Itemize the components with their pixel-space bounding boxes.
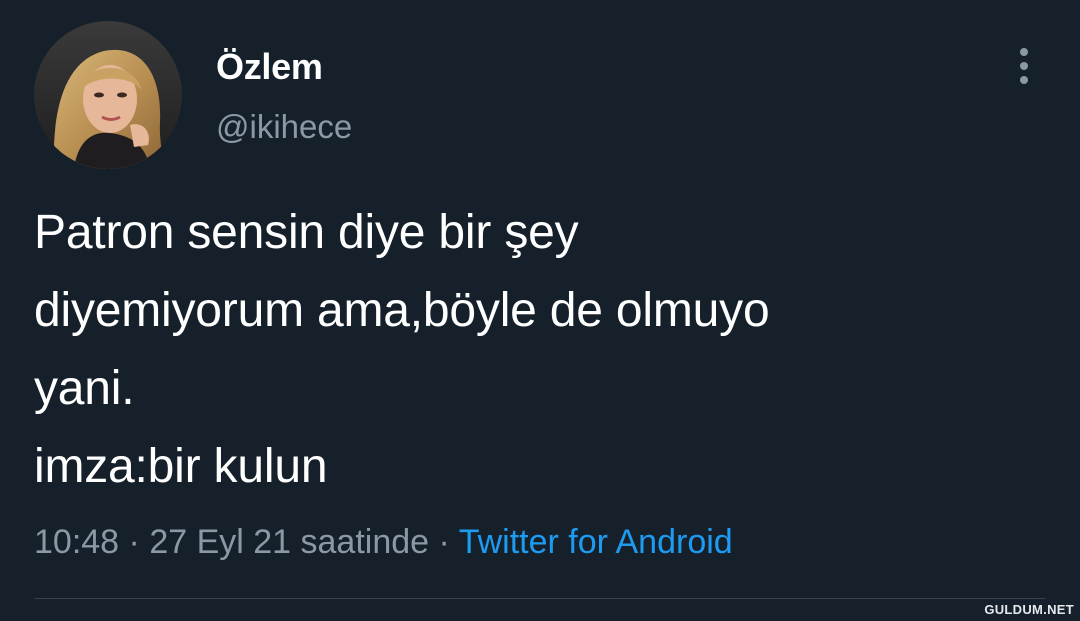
tweet-time[interactable]: 10:48 bbox=[34, 523, 119, 561]
tweet-source-link[interactable]: Twitter for Android bbox=[459, 523, 733, 561]
tweet-card: Özlem @ikihece Patron sensin diye bir şe… bbox=[0, 0, 1080, 621]
tweet-text-line: Patron sensin diye bir şey bbox=[34, 206, 579, 259]
user-handle[interactable]: @ikihece bbox=[216, 107, 352, 147]
meta-separator: · bbox=[119, 523, 150, 561]
more-vertical-icon bbox=[1020, 48, 1028, 56]
avatar-image bbox=[34, 21, 182, 169]
more-options-button[interactable] bbox=[1004, 44, 1044, 88]
tweet-text-line: yani. bbox=[34, 362, 135, 415]
divider bbox=[34, 598, 1046, 599]
avatar[interactable] bbox=[34, 21, 182, 169]
watermark: GULDUM.NET bbox=[984, 602, 1074, 617]
meta-separator: · bbox=[429, 523, 459, 561]
more-vertical-icon-dot bbox=[1020, 76, 1028, 84]
more-vertical-icon-dot bbox=[1020, 62, 1028, 70]
tweet-text-line: diyemiyorum ama,böyle de olmuyo bbox=[34, 284, 770, 337]
tweet-date[interactable]: 27 Eyl 21 saatinde bbox=[149, 523, 429, 561]
tweet-text: Patron sensin diye bir şey diyemiyorum a… bbox=[34, 194, 1044, 506]
display-name[interactable]: Özlem bbox=[216, 45, 323, 89]
tweet-text-line: imza:bir kulun bbox=[34, 440, 328, 493]
tweet-metadata: 10:48 · 27 Eyl 21 saatinde · Twitter for… bbox=[34, 520, 733, 564]
